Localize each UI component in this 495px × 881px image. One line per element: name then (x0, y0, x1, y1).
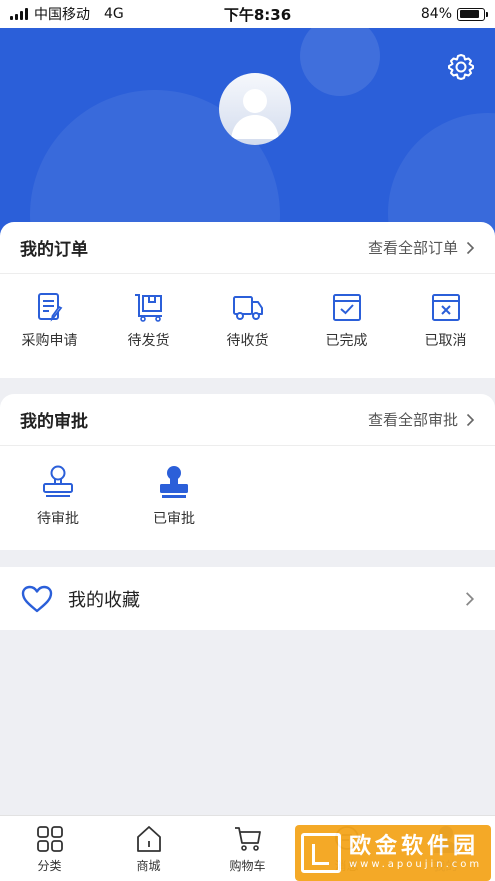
check-box-icon (332, 294, 361, 321)
order-pending-ship-label: 待发货 (127, 333, 170, 349)
view-all-approvals-label: 查看全部审批 (367, 411, 458, 429)
approvals-title: 我的审批 (20, 412, 88, 432)
watermark-title: 欧金软件园 (349, 834, 480, 859)
tab-category-label: 分类 (37, 859, 62, 873)
order-cancelled[interactable]: 已取消 (396, 291, 495, 350)
favorites-label: 我的收藏 (68, 589, 140, 611)
status-time: 下午8:36 (223, 5, 292, 24)
tab-cart-label: 购物车 (229, 859, 266, 873)
tab-cart[interactable]: 购物车 (198, 816, 297, 881)
view-all-orders-label: 查看全部订单 (367, 239, 458, 257)
order-cancelled-label: 已取消 (424, 333, 467, 349)
carrier-name: 中国移动 (34, 7, 90, 23)
network-type: 4G (104, 6, 124, 22)
home-icon (136, 826, 161, 852)
orders-title: 我的订单 (20, 240, 88, 260)
favorites-row[interactable]: 我的收藏 (0, 567, 495, 630)
orders-card: 我的订单 查看全部订单 采购申请 待发货 待收货 已完成 已取消 (0, 222, 495, 378)
status-bar: 中国移动 4G 下午8:36 84% (0, 0, 495, 28)
battery-icon (457, 7, 488, 21)
chevron-right-icon (466, 591, 475, 606)
view-all-approvals-link[interactable]: 查看全部审批 (368, 409, 475, 430)
stamp-outline-icon (43, 465, 73, 497)
battery-percent: 84% (420, 6, 452, 22)
gear-icon[interactable] (446, 52, 476, 82)
x-box-icon (431, 294, 460, 321)
tab-category[interactable]: 分类 (0, 816, 99, 881)
approvals-card: 我的审批 查看全部审批 待审批 已审批 (0, 394, 495, 550)
tab-mall[interactable]: 商城 (99, 816, 198, 881)
watermark-subtitle: www.apoujin.com (349, 859, 483, 870)
chevron-right-icon (466, 413, 475, 426)
grid-icon (36, 826, 63, 852)
box-pending-ship-icon (134, 294, 162, 322)
profile-header (0, 28, 495, 238)
watermark-logo: 欧金软件园 www.apoujin.com (295, 825, 491, 881)
view-all-orders-link[interactable]: 查看全部订单 (368, 237, 475, 258)
order-purchase-request-label: 采购申请 (21, 333, 78, 349)
order-pending-receive[interactable]: 待收货 (198, 291, 297, 350)
cart-icon (234, 827, 261, 851)
user-avatar-icon[interactable] (219, 73, 291, 145)
tab-mall-label: 商城 (136, 859, 161, 873)
order-completed-label: 已完成 (325, 333, 368, 349)
order-pending-receive-label: 待收货 (226, 333, 269, 349)
signal-icon (10, 8, 28, 20)
order-pending-ship[interactable]: 待发货 (99, 291, 198, 350)
chevron-right-icon (466, 241, 475, 254)
truck-icon (232, 296, 263, 320)
approval-approved[interactable]: 已审批 (116, 464, 232, 528)
heart-icon (21, 585, 53, 612)
order-completed[interactable]: 已完成 (297, 291, 396, 350)
stamp-filled-icon (160, 466, 188, 498)
approval-approved-label: 已审批 (153, 511, 195, 527)
purchase-request-icon (37, 293, 62, 322)
order-purchase-request[interactable]: 采购申请 (0, 291, 99, 350)
approval-pending-label: 待审批 (37, 511, 79, 527)
approval-pending[interactable]: 待审批 (0, 464, 116, 528)
watermark-icon (301, 833, 341, 873)
